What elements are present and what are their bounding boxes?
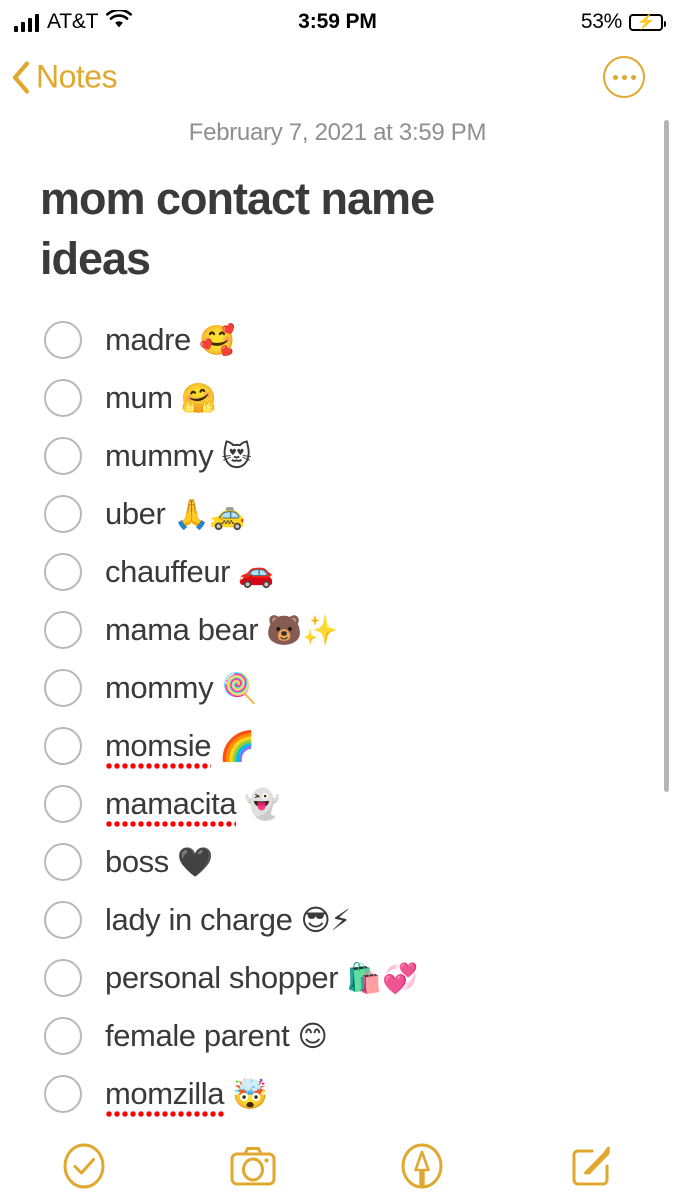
back-button-label: Notes <box>36 58 118 95</box>
checklist-item-emoji: 🖤 <box>177 845 213 880</box>
checklist-item-emoji: 🙏🚕 <box>173 497 246 532</box>
checklist-item-label: lady in charge <box>105 902 293 938</box>
status-bar-right: 53% ⚡ <box>580 0 666 44</box>
checklist-item-emoji: 🍭 <box>221 671 258 706</box>
status-bar-center: 3:59 PM <box>0 0 675 44</box>
back-to-notes-button[interactable]: Notes <box>10 58 118 96</box>
checklist-item-text[interactable]: uber 🙏🚕 <box>105 498 245 529</box>
checklist-item-emoji: 😻 <box>221 439 252 474</box>
checklist-row[interactable]: momzilla 🤯 <box>0 1065 675 1123</box>
compose-icon[interactable] <box>506 1143 675 1189</box>
checklist-row[interactable]: lady in charge 😎⚡ <box>0 891 675 949</box>
checklist-item-label: mama bear <box>105 612 259 648</box>
checkbox-circle-icon[interactable] <box>44 1074 82 1113</box>
checklist: madre 🥰 mum 🤗 mummy 😻 uber 🙏🚕 chauffeur 🚗 mam… <box>0 311 675 1123</box>
checklist-item-emoji: 🤯 <box>232 1077 269 1112</box>
battery-charging-icon: ⚡ <box>629 13 666 31</box>
checklist-item-text[interactable]: mamacita 👻 <box>105 786 281 829</box>
checklist-item-label: mummy <box>105 438 214 474</box>
checkbox-circle-icon[interactable] <box>44 668 82 707</box>
checklist-item-label: chauffeur <box>105 554 231 590</box>
checkbox-circle-icon[interactable] <box>44 494 82 533</box>
checklist-row[interactable]: momsie 🌈 <box>0 717 675 775</box>
checklist-item-label: mamacita <box>105 786 237 829</box>
status-bar: AT&T 3:59 PM 53% ⚡ <box>0 0 675 44</box>
checklist-item-label: uber <box>105 496 166 532</box>
checklist-row[interactable]: mamacita 👻 <box>0 775 675 833</box>
checklist-item-emoji: 🥰 <box>199 323 235 358</box>
checklist-item-emoji: 🤗 <box>180 381 217 416</box>
chevron-left-icon <box>10 60 32 94</box>
checklist-item-label: momzilla <box>105 1076 224 1119</box>
checklist-item-text[interactable]: female parent 😊 <box>105 1018 328 1054</box>
checklist-row[interactable]: mummy 😻 <box>0 427 675 485</box>
checkbox-circle-icon[interactable] <box>44 320 82 359</box>
checklist-item-label: personal shopper <box>105 960 339 996</box>
checklist-row[interactable]: chauffeur 🚗 <box>0 543 675 601</box>
checklist-row[interactable]: boss 🖤 <box>0 833 675 891</box>
checklist-row[interactable]: mommy 🍭 <box>0 659 675 717</box>
battery-percent-label: 53% <box>580 10 622 33</box>
checklist-row[interactable]: uber 🙏🚕 <box>0 485 675 543</box>
checklist-row[interactable]: madre 🥰 <box>0 311 675 369</box>
navigation-bar: Notes <box>0 44 675 110</box>
checklist-item-label: boss <box>105 844 169 880</box>
note-timestamp: February 7, 2021 at 3:59 PM <box>188 119 487 146</box>
checklist-item-emoji: 😎⚡ <box>300 903 351 938</box>
checklist-row[interactable]: mum 🤗 <box>0 369 675 427</box>
checklist-item-label: momsie <box>105 728 212 771</box>
checklist-circle-icon[interactable] <box>0 1143 169 1189</box>
checklist-item-text[interactable]: madre 🥰 <box>105 324 235 355</box>
checklist-item-emoji: 🌈 <box>219 729 256 764</box>
checklist-item-emoji: 🛍️💞 <box>346 961 418 996</box>
checklist-item-emoji: 🚗 <box>238 555 275 590</box>
checklist-item-label: madre <box>105 322 191 358</box>
checkbox-circle-icon[interactable] <box>44 842 82 881</box>
checklist-item-emoji: 👻 <box>244 787 281 822</box>
checklist-item-text[interactable]: boss 🖤 <box>105 846 213 877</box>
vertical-scrollbar[interactable] <box>664 120 669 792</box>
checklist-item-emoji: 🐻✨ <box>266 613 338 648</box>
ellipsis-circle-icon[interactable] <box>603 56 645 98</box>
checkbox-circle-icon[interactable] <box>44 378 82 417</box>
checklist-item-text[interactable]: mommy 🍭 <box>105 670 258 706</box>
checkbox-circle-icon[interactable] <box>44 610 82 649</box>
checklist-item-text[interactable]: mummy 😻 <box>105 438 252 474</box>
clock-label: 3:59 PM <box>298 10 377 33</box>
checkbox-circle-icon[interactable] <box>44 552 82 591</box>
checklist-item-label: mommy <box>105 670 214 706</box>
bottom-toolbar <box>0 1132 675 1200</box>
checklist-item-label: mum <box>105 380 173 416</box>
note-title[interactable]: mom contact name ideas <box>40 169 550 289</box>
markup-pen-circle-icon[interactable] <box>338 1143 507 1189</box>
checklist-item-emoji: 😊 <box>297 1019 328 1054</box>
checkbox-circle-icon[interactable] <box>44 436 82 475</box>
checkbox-circle-icon[interactable] <box>44 784 82 823</box>
checkbox-circle-icon[interactable] <box>44 726 82 765</box>
note-content-scroll-area[interactable]: February 7, 2021 at 3:59 PM mom contact … <box>0 110 675 1132</box>
checklist-item-text[interactable]: lady in charge 😎⚡ <box>105 902 351 938</box>
checklist-item-text[interactable]: mama bear 🐻✨ <box>105 614 338 645</box>
checklist-item-text[interactable]: personal shopper 🛍️💞 <box>105 962 418 993</box>
notes-app-screen: AT&T 3:59 PM 53% ⚡ Notes February 7, 202… <box>0 0 675 1200</box>
checklist-row[interactable]: personal shopper 🛍️💞 <box>0 949 675 1007</box>
checklist-item-text[interactable]: momzilla 🤯 <box>105 1076 269 1119</box>
checkbox-circle-icon[interactable] <box>44 958 82 997</box>
checkbox-circle-icon[interactable] <box>44 1016 82 1055</box>
checklist-row[interactable]: mama bear 🐻✨ <box>0 601 675 659</box>
checklist-item-label: female parent <box>105 1018 290 1054</box>
camera-icon[interactable] <box>169 1143 338 1189</box>
checklist-item-text[interactable]: momsie 🌈 <box>105 728 256 771</box>
checklist-row[interactable]: female parent 😊 <box>0 1007 675 1065</box>
checkbox-circle-icon[interactable] <box>44 900 82 939</box>
checklist-item-text[interactable]: mum 🤗 <box>105 382 217 413</box>
checklist-item-text[interactable]: chauffeur 🚗 <box>105 556 274 587</box>
